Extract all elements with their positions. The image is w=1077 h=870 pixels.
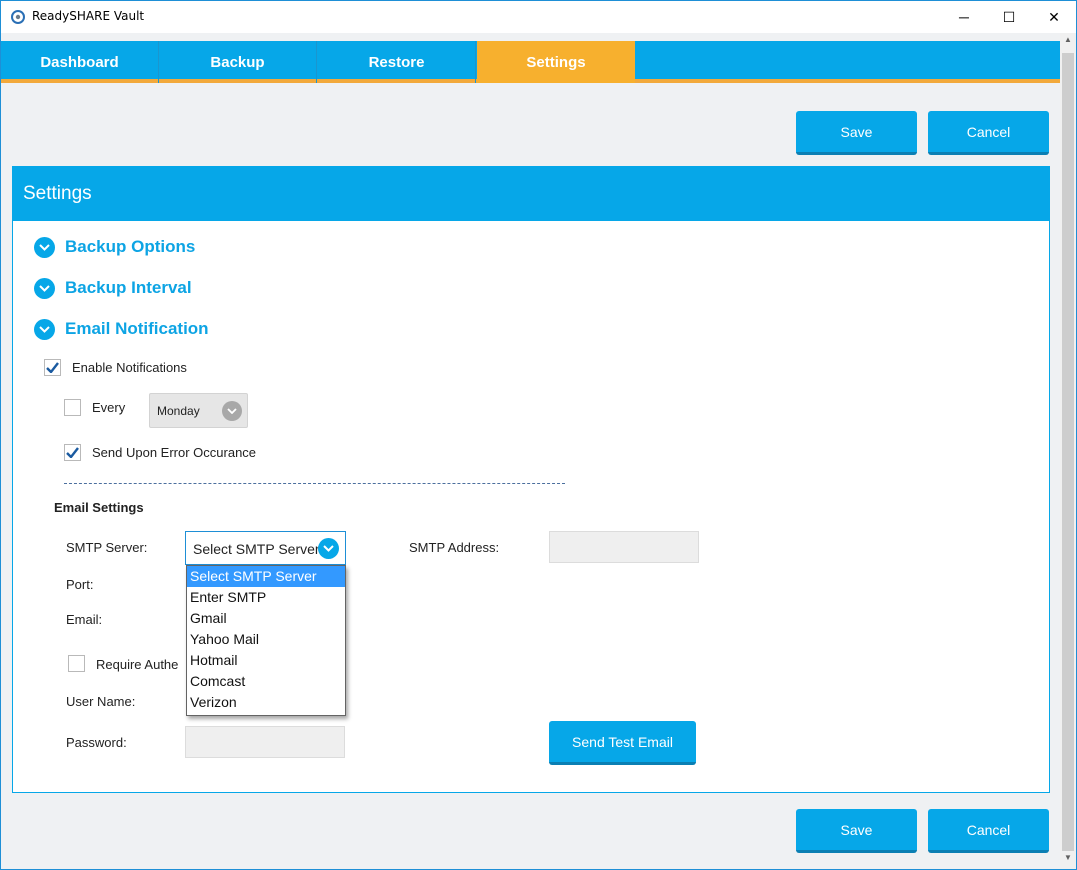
divider	[64, 483, 565, 484]
smtp-address-field[interactable]	[549, 531, 699, 563]
send-on-error-label: Send Upon Error Occurance	[92, 445, 257, 460]
send-on-error-checkbox[interactable]	[64, 444, 81, 461]
tab-restore[interactable]: Restore	[318, 41, 476, 83]
section-label: Email Notification	[65, 319, 209, 338]
dropdown-option[interactable]: Comcast	[187, 671, 345, 692]
dropdown-option[interactable]: Hotmail	[187, 650, 345, 671]
scrollbar-thumb[interactable]	[1062, 53, 1074, 851]
checkmark-icon	[46, 362, 59, 373]
smtp-address-label: SMTP Address:	[409, 540, 500, 555]
every-label: Every	[92, 400, 126, 415]
settings-panel: Settings Backup Options Backup Interval …	[12, 166, 1050, 793]
chevron-down-icon	[34, 236, 55, 258]
email-label: Email:	[66, 612, 103, 627]
require-auth-label: Require Authe	[96, 657, 179, 672]
title-bar: ReadySHARE Vault ─ ☐ ✕	[1, 1, 1076, 33]
main-nav: Dashboard Backup Restore Settings	[1, 41, 1060, 83]
dropdown-option[interactable]: Gmail	[187, 608, 345, 629]
smtp-server-value: Select SMTP Server	[193, 541, 320, 557]
require-auth-checkbox[interactable]	[68, 655, 85, 672]
dropdown-option[interactable]: Verizon	[187, 692, 345, 713]
port-label: Port:	[66, 577, 94, 592]
dropdown-option[interactable]: Enter SMTP	[187, 587, 345, 608]
save-button-top[interactable]: Save	[796, 111, 917, 155]
password-field[interactable]	[185, 726, 345, 758]
smtp-server-dropdown: Select SMTP Server Enter SMTP Gmail Yaho…	[186, 565, 346, 716]
chevron-down-icon	[34, 318, 55, 340]
tab-backup[interactable]: Backup	[159, 41, 317, 83]
chevron-down-icon	[318, 538, 339, 559]
window-title: ReadySHARE Vault	[32, 9, 145, 23]
section-backup-options[interactable]: Backup Options	[34, 235, 195, 259]
dropdown-option[interactable]: Yahoo Mail	[187, 629, 345, 650]
maximize-button[interactable]: ☐	[986, 1, 1032, 33]
smtp-server-select[interactable]: Select SMTP Server	[185, 531, 346, 565]
minimize-button[interactable]: ─	[941, 1, 987, 33]
section-backup-interval[interactable]: Backup Interval	[34, 276, 192, 300]
panel-title: Settings	[13, 167, 1049, 221]
password-label: Password:	[66, 735, 127, 750]
cancel-button-top[interactable]: Cancel	[928, 111, 1049, 155]
every-checkbox[interactable]	[64, 399, 81, 416]
checkmark-icon	[66, 447, 79, 458]
app-logo-icon	[11, 10, 25, 24]
app-window: ReadySHARE Vault ─ ☐ ✕ Dashboard Backup …	[0, 0, 1077, 870]
save-button-bottom[interactable]: Save	[796, 809, 917, 853]
section-email-notification[interactable]: Email Notification	[34, 317, 209, 341]
send-test-email-button[interactable]: Send Test Email	[549, 721, 696, 765]
enable-notifications-label: Enable Notifications	[72, 360, 187, 375]
day-select-value: Monday	[157, 404, 200, 418]
tab-settings[interactable]: Settings	[477, 41, 635, 83]
enable-notifications-checkbox[interactable]	[44, 359, 61, 376]
chevron-down-icon	[222, 401, 242, 421]
tab-dashboard[interactable]: Dashboard	[1, 41, 159, 83]
day-select[interactable]: Monday	[149, 393, 248, 428]
scroll-down-icon[interactable]: ▼	[1060, 853, 1076, 867]
chevron-down-icon	[34, 277, 55, 299]
cancel-button-bottom[interactable]: Cancel	[928, 809, 1049, 853]
dropdown-option[interactable]: Select SMTP Server	[187, 566, 345, 587]
section-label: Backup Options	[65, 237, 196, 256]
smtp-server-label: SMTP Server:	[66, 540, 148, 555]
email-settings-heading: Email Settings	[54, 500, 144, 515]
user-name-label: User Name:	[66, 694, 136, 709]
section-label: Backup Interval	[65, 278, 192, 297]
scroll-up-icon[interactable]: ▲	[1060, 35, 1076, 49]
close-button[interactable]: ✕	[1031, 1, 1077, 33]
